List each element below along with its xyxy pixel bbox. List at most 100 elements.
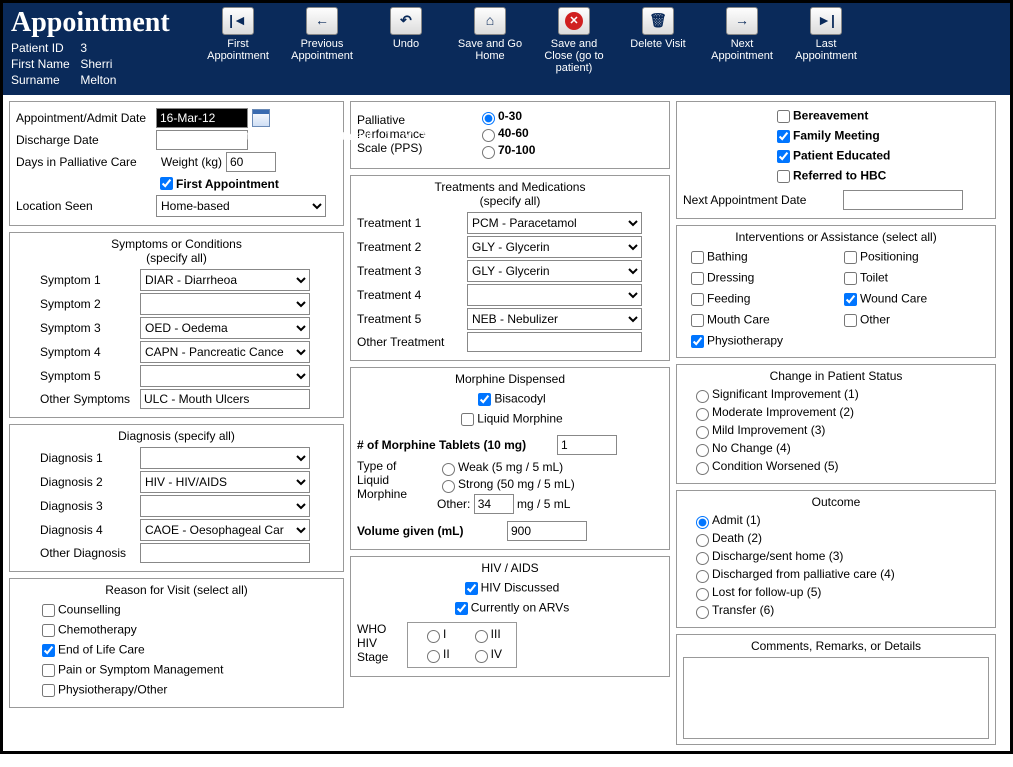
stage-3-radio[interactable]: [475, 630, 488, 643]
wound-care-checkbox[interactable]: [844, 293, 857, 306]
home-icon: ⌂: [474, 7, 506, 35]
diagnosis4-select[interactable]: CAOE - Oesophageal Car: [140, 519, 310, 541]
surname-row: Surname Melton: [11, 73, 191, 87]
save-close-button[interactable]: ✕ Save and Close (go to patient): [537, 7, 611, 74]
treatment1-select[interactable]: PCM - Paracetamol: [467, 212, 642, 234]
undo-icon: ↶: [390, 7, 422, 35]
arrow-left-icon: ←: [306, 7, 338, 35]
symptom2-select[interactable]: [140, 293, 310, 315]
calendar-icon[interactable]: [252, 109, 270, 127]
other-interv-checkbox[interactable]: [844, 314, 857, 327]
arrow-right-icon: →: [726, 7, 758, 35]
pain-symptom-checkbox[interactable]: [42, 664, 55, 677]
morphine-tablets-input[interactable]: [557, 435, 617, 455]
delete-visit-button[interactable]: 🗑 Delete Visit: [621, 7, 695, 74]
physiotherapy-checkbox[interactable]: [691, 335, 704, 348]
reason-panel: Reason for Visit (select all) Counsellin…: [9, 578, 344, 708]
symptom5-select[interactable]: [140, 365, 310, 387]
outcome-4-radio[interactable]: [696, 570, 709, 583]
comments-panel: Comments, Remarks, or Details: [676, 634, 996, 745]
status-4-radio[interactable]: [696, 444, 709, 457]
dressing-checkbox[interactable]: [691, 272, 704, 285]
undo-button[interactable]: ↶ Undo: [369, 7, 443, 74]
diagnosis3-select[interactable]: [140, 495, 310, 517]
bisacodyl-checkbox[interactable]: [478, 393, 491, 406]
appointment-date-input[interactable]: [156, 108, 248, 128]
outcome-2-radio[interactable]: [696, 534, 709, 547]
bereavement-checkbox[interactable]: [777, 110, 790, 123]
other-diagnosis-input[interactable]: [140, 543, 310, 563]
discharge-date-label: Discharge Date: [16, 133, 156, 147]
first-name-row: First Name Sherri: [11, 57, 191, 71]
hiv-discussed-checkbox[interactable]: [465, 582, 478, 595]
status-3-radio[interactable]: [696, 426, 709, 439]
end-of-life-checkbox[interactable]: [42, 644, 55, 657]
chemotherapy-checkbox[interactable]: [42, 624, 55, 637]
feeding-checkbox[interactable]: [691, 293, 704, 306]
status-panel: Change in Patient Status Significant Imp…: [676, 364, 996, 484]
pps-0-30-radio[interactable]: [482, 112, 495, 125]
symptom4-select[interactable]: CAPN - Pancreatic Cance: [140, 341, 310, 363]
other-symptoms-input[interactable]: [140, 389, 310, 409]
strong-radio[interactable]: [442, 480, 455, 493]
outcome-panel: Outcome Admit (1) Death (2) Discharge/se…: [676, 490, 996, 628]
positioning-checkbox[interactable]: [844, 251, 857, 264]
save-home-button[interactable]: ⌂ Save and Go Home: [453, 7, 527, 74]
first-appointment-checkbox[interactable]: [160, 177, 173, 190]
symptom1-select[interactable]: DIAR - Diarrheoa: [140, 269, 310, 291]
other-treatment-input[interactable]: [467, 332, 642, 352]
referred-hbc-checkbox[interactable]: [777, 170, 790, 183]
physio-other-checkbox[interactable]: [42, 684, 55, 697]
volume-given-input[interactable]: [507, 521, 587, 541]
pps-70-100-radio[interactable]: [482, 146, 495, 159]
treatments-panel: Treatments and Medications(specify all) …: [350, 175, 670, 361]
appointment-date-label: Appointment/Admit Date: [16, 111, 156, 125]
on-arvs-checkbox[interactable]: [455, 602, 468, 615]
diagnosis1-select[interactable]: [140, 447, 310, 469]
last-appointment-button[interactable]: ►| Last Appointment: [789, 7, 863, 74]
status-2-radio[interactable]: [696, 408, 709, 421]
outcome-3-radio[interactable]: [696, 552, 709, 565]
treatment2-select[interactable]: GLY - Glycerin: [467, 236, 642, 258]
patient-id-row: Patient ID 3: [11, 41, 191, 55]
weak-radio[interactable]: [442, 463, 455, 476]
morphine-other-input[interactable]: [474, 494, 514, 514]
location-select[interactable]: Home-based: [156, 195, 326, 217]
outcome-6-radio[interactable]: [696, 606, 709, 619]
patient-educated-checkbox[interactable]: [777, 150, 790, 163]
next-appointment-button[interactable]: → Next Appointment: [705, 7, 779, 74]
next-appointment-input[interactable]: [843, 190, 963, 210]
close-icon: ✕: [558, 7, 590, 35]
treatment4-select[interactable]: [467, 284, 642, 306]
symptom3-select[interactable]: OED - Oedema: [140, 317, 310, 339]
previous-appointment-button[interactable]: ← Previous Appointment: [285, 7, 359, 74]
treatment3-select[interactable]: GLY - Glycerin: [467, 260, 642, 282]
comments-textarea[interactable]: [683, 657, 989, 739]
morphine-panel: Morphine Dispensed Bisacodyl Liquid Morp…: [350, 367, 670, 550]
page-title: Appointment: [11, 7, 191, 39]
stage-1-radio[interactable]: [427, 630, 440, 643]
days-label: Days in Palliative Care: [16, 155, 156, 169]
first-appointment-button[interactable]: |◄ First Appointment: [201, 7, 275, 74]
weight-input[interactable]: [226, 152, 276, 172]
top-checks-panel: Bereavement Family Meeting Patient Educa…: [676, 101, 996, 219]
bathing-checkbox[interactable]: [691, 251, 704, 264]
header: Appointment Patient ID 3 First Name Sher…: [3, 3, 1010, 95]
outcome-1-radio[interactable]: [696, 516, 709, 529]
stage-4-radio[interactable]: [475, 650, 488, 663]
outcome-5-radio[interactable]: [696, 588, 709, 601]
liquid-morphine-checkbox[interactable]: [461, 413, 474, 426]
location-label: Location Seen: [16, 199, 156, 213]
toilet-checkbox[interactable]: [844, 272, 857, 285]
status-5-radio[interactable]: [696, 462, 709, 475]
family-meeting-checkbox[interactable]: [777, 130, 790, 143]
counselling-checkbox[interactable]: [42, 604, 55, 617]
diagnosis2-select[interactable]: HIV - HIV/AIDS: [140, 471, 310, 493]
treatment5-select[interactable]: NEB - Nebulizer: [467, 308, 642, 330]
goto-last-icon: ►|: [810, 7, 842, 35]
stage-2-radio[interactable]: [427, 650, 440, 663]
status-1-radio[interactable]: [696, 390, 709, 403]
viewing-row: Currently viewing Appointment 1 of 3: [210, 129, 426, 143]
mouth-care-checkbox[interactable]: [691, 314, 704, 327]
pps-40-60-radio[interactable]: [482, 129, 495, 142]
